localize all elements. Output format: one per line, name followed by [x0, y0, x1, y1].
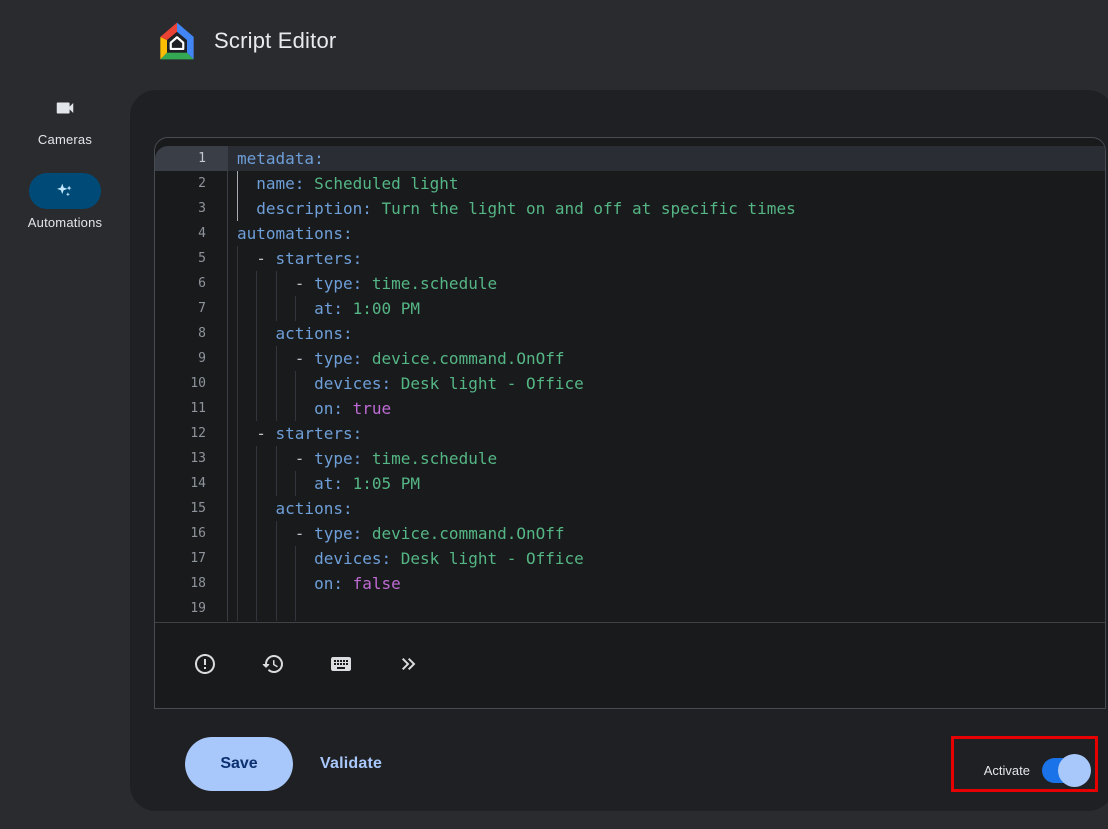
history-icon — [261, 652, 285, 679]
script-editor-panel: 1metadata:2 name: Scheduled light3 descr… — [130, 90, 1108, 811]
line-number: 12 — [155, 421, 228, 446]
activate-toggle[interactable] — [1042, 758, 1088, 783]
code-text: actions: — [228, 321, 1105, 346]
sparkle-icon — [29, 173, 101, 209]
code-text: - starters: — [228, 246, 1105, 271]
sidebar-item-cameras[interactable]: Cameras — [0, 90, 130, 147]
line-number: 19 — [155, 596, 228, 621]
line-number: 5 — [155, 246, 228, 271]
code-text: on: false — [228, 571, 1105, 596]
code-line[interactable]: 7 at: 1:00 PM — [155, 296, 1105, 321]
code-text: - type: time.schedule — [228, 271, 1105, 296]
code-line[interactable]: 18 on: false — [155, 571, 1105, 596]
line-number: 6 — [155, 271, 228, 296]
app-title: Script Editor — [214, 28, 336, 54]
code-text: at: 1:05 PM — [228, 471, 1105, 496]
line-number: 3 — [155, 196, 228, 221]
keyboard-icon — [329, 652, 353, 679]
code-text: automations: — [228, 221, 1105, 246]
line-number: 2 — [155, 171, 228, 196]
code-line[interactable]: 10 devices: Desk light - Office — [155, 371, 1105, 396]
code-line[interactable]: 2 name: Scheduled light — [155, 171, 1105, 196]
error-icon — [193, 652, 217, 679]
code-text: on: true — [228, 396, 1105, 421]
code-line[interactable]: 15 actions: — [155, 496, 1105, 521]
code-text: - type: device.command.OnOff — [228, 521, 1105, 546]
code-line[interactable]: 5 - starters: — [155, 246, 1105, 271]
double-chevron-right-icon — [397, 652, 421, 679]
code-line[interactable]: 4automations: — [155, 221, 1105, 246]
code-text: name: Scheduled light — [228, 171, 1105, 196]
code-line[interactable]: 11 on: true — [155, 396, 1105, 421]
line-number: 10 — [155, 371, 228, 396]
code-area[interactable]: 1metadata:2 name: Scheduled light3 descr… — [155, 138, 1105, 622]
code-line[interactable]: 12 - starters: — [155, 421, 1105, 446]
code-line[interactable]: 19 — [155, 596, 1105, 621]
code-line[interactable]: 6 - type: time.schedule — [155, 271, 1105, 296]
line-number: 15 — [155, 496, 228, 521]
code-text: at: 1:00 PM — [228, 296, 1105, 321]
code-text: devices: Desk light - Office — [228, 546, 1105, 571]
line-number: 11 — [155, 396, 228, 421]
line-number: 18 — [155, 571, 228, 596]
code-text: actions: — [228, 496, 1105, 521]
line-number: 1 — [155, 146, 228, 171]
line-number: 9 — [155, 346, 228, 371]
validate-button[interactable]: Validate — [320, 737, 382, 791]
line-number: 16 — [155, 521, 228, 546]
activate-group: Activate — [984, 750, 1088, 790]
sidebar: Cameras Automations — [0, 90, 130, 256]
activate-toggle-thumb — [1058, 754, 1091, 787]
code-line[interactable]: 8 actions: — [155, 321, 1105, 346]
code-line[interactable]: 16 - type: device.command.OnOff — [155, 521, 1105, 546]
code-text: devices: Desk light - Office — [228, 371, 1105, 396]
line-number: 8 — [155, 321, 228, 346]
code-editor: 1metadata:2 name: Scheduled light3 descr… — [154, 137, 1106, 709]
videocam-icon — [0, 90, 130, 126]
editor-toolbar — [155, 622, 1105, 708]
google-home-logo — [157, 21, 197, 61]
line-number: 13 — [155, 446, 228, 471]
code-line[interactable]: 3 description: Turn the light on and off… — [155, 196, 1105, 221]
line-number: 4 — [155, 221, 228, 246]
code-text: - type: time.schedule — [228, 446, 1105, 471]
expand-tools-button[interactable] — [395, 652, 423, 680]
code-line[interactable]: 14 at: 1:05 PM — [155, 471, 1105, 496]
code-line[interactable]: 9 - type: device.command.OnOff — [155, 346, 1105, 371]
line-number: 7 — [155, 296, 228, 321]
history-button[interactable] — [259, 652, 287, 680]
code-line[interactable]: 17 devices: Desk light - Office — [155, 546, 1105, 571]
code-line[interactable]: 1metadata: — [155, 146, 1105, 171]
sidebar-item-label: Automations — [0, 215, 130, 230]
code-text: - type: device.command.OnOff — [228, 346, 1105, 371]
code-text: - starters: — [228, 421, 1105, 446]
code-text — [228, 596, 1105, 621]
line-number: 14 — [155, 471, 228, 496]
sidebar-item-automations[interactable]: Automations — [0, 173, 130, 230]
activate-label: Activate — [984, 763, 1030, 778]
line-number: 17 — [155, 546, 228, 571]
problems-button[interactable] — [191, 652, 219, 680]
keyboard-button[interactable] — [327, 652, 355, 680]
sidebar-item-label: Cameras — [0, 132, 130, 147]
save-button[interactable]: Save — [185, 737, 293, 791]
code-text: description: Turn the light on and off a… — [228, 196, 1105, 221]
code-line[interactable]: 13 - type: time.schedule — [155, 446, 1105, 471]
code-text: metadata: — [228, 146, 1105, 171]
